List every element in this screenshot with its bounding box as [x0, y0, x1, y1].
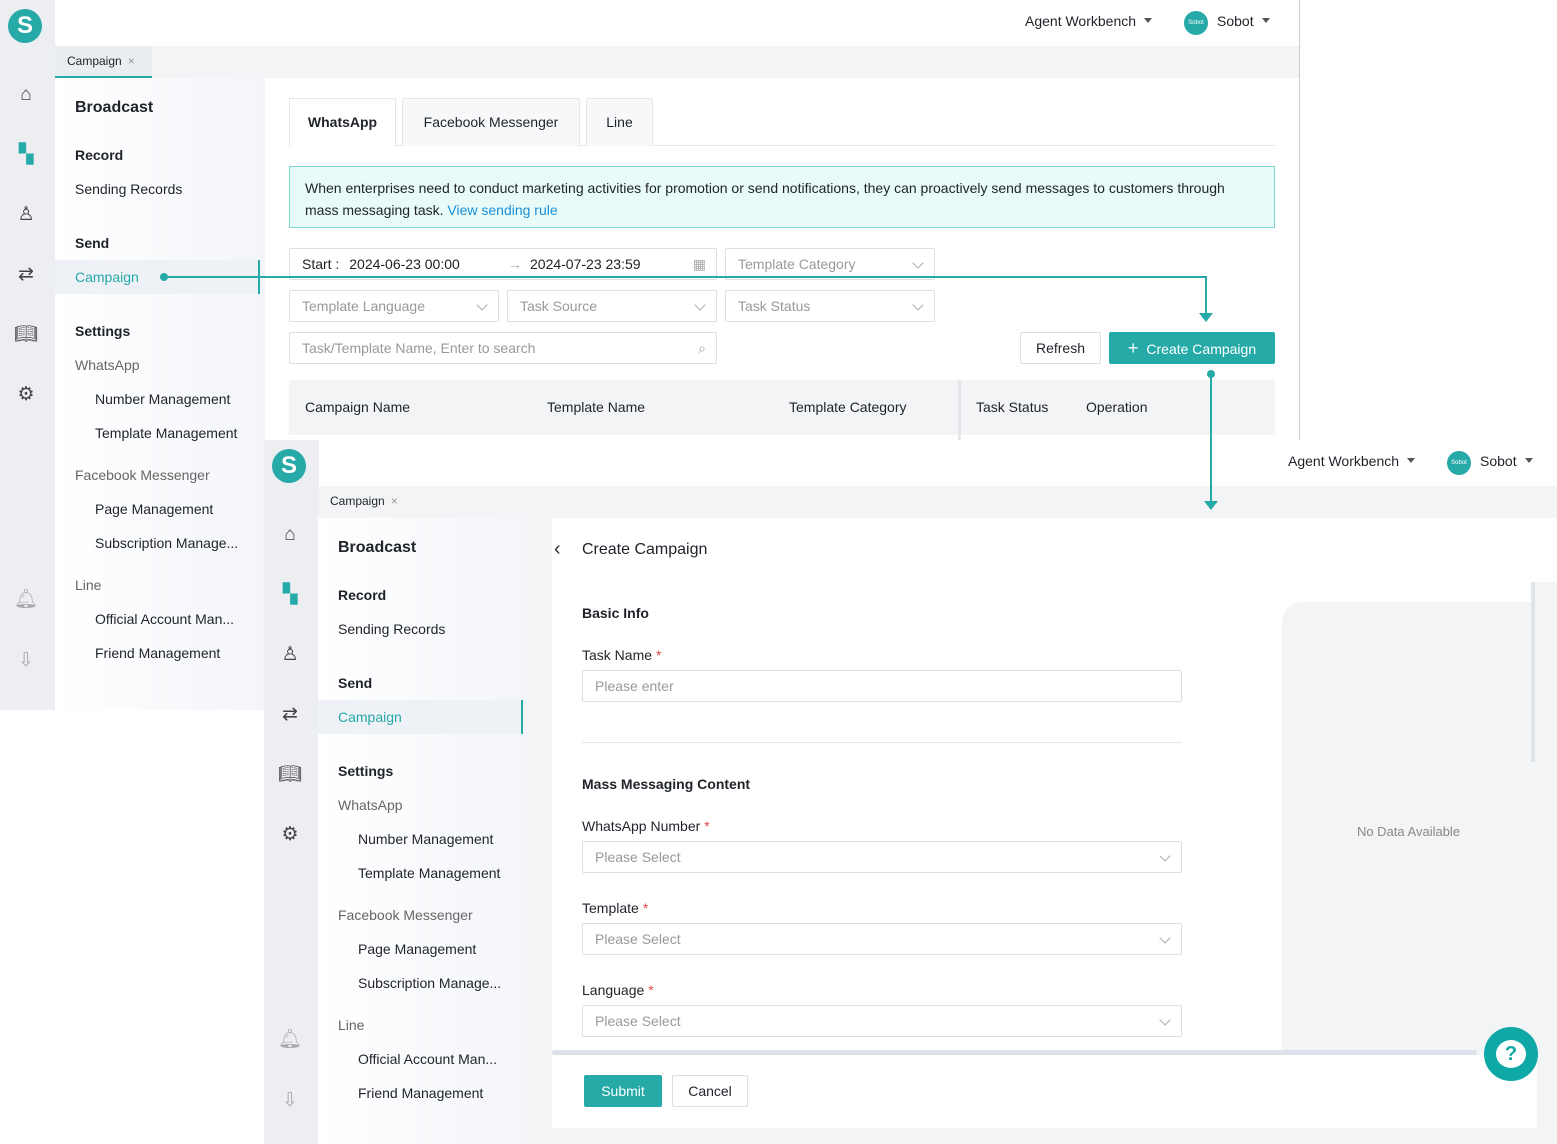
- arrowhead-icon: [1204, 501, 1218, 510]
- arrowhead-icon: [1199, 313, 1213, 322]
- connector-line: [164, 276, 1207, 314]
- flow-connectors: [160, 273, 1218, 510]
